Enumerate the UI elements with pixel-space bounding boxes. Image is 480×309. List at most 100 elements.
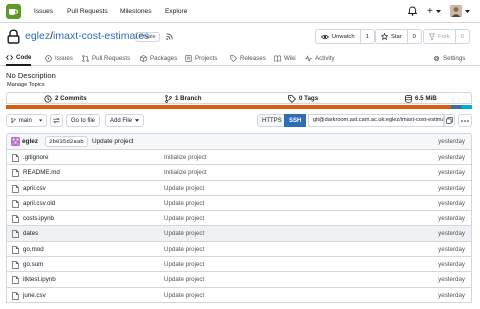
tab-code[interactable]: Code	[6, 51, 32, 66]
file-name[interactable]: april.csv.old	[23, 200, 55, 207]
file-row[interactable]: go.sum Update project yesterday	[6, 257, 472, 273]
file-commit-message[interactable]: Update project	[164, 246, 204, 253]
file-commit-time: yesterday	[438, 291, 465, 299]
file-name[interactable]: go.sum	[23, 261, 43, 268]
file-list: .gitignore Initialize project yesterday REA…	[6, 150, 472, 303]
file-row[interactable]: june.csv Update project yesterday	[6, 287, 472, 303]
commit-author-avatar[interactable]	[11, 137, 20, 146]
fork-icon	[429, 33, 435, 40]
file-name[interactable]: april.csv	[23, 185, 46, 192]
file-name[interactable]: itktest.ipynb	[23, 276, 56, 283]
bell-icon[interactable]	[408, 6, 417, 16]
forks-count[interactable]: 0	[454, 30, 469, 43]
file-row[interactable]: april.csv.old Update project yesterday	[6, 195, 472, 212]
file-commit-time: yesterday	[438, 261, 465, 269]
unwatch-button-group: Unwatch 1	[315, 29, 375, 44]
file-commit-message[interactable]: Update project	[164, 261, 204, 268]
commit-author[interactable]: eglez	[22, 138, 38, 145]
commits-stat[interactable]: 2 Commits	[44, 93, 87, 104]
file-commit-message[interactable]: Initialize project	[164, 169, 207, 176]
clone-url-input[interactable]: git@darkroom.ast.cam.ac.uk:eglez/imaxt-c…	[308, 114, 444, 127]
file-icon	[12, 200, 19, 208]
file-name[interactable]: go.mod	[23, 246, 44, 253]
avatar-chevron-down-icon	[465, 10, 470, 13]
file-row[interactable]: go.mod Update project yesterday	[6, 241, 472, 258]
gitea-logo-icon[interactable]	[6, 4, 21, 19]
watchers-count[interactable]: 1	[359, 30, 374, 43]
ssh-clone-button[interactable]: SSH	[284, 114, 307, 127]
eye-icon	[321, 34, 329, 39]
nav-issues[interactable]: Issues	[34, 0, 53, 23]
tab-projects[interactable]: Projects	[185, 51, 217, 66]
star-button[interactable]: Star	[376, 30, 407, 43]
repo-stats-bar: 2 Commits 1 Branch 0 Tags 6.5 MiB	[6, 92, 472, 104]
tab-pull-requests[interactable]: Pull Requests	[82, 51, 130, 66]
issue-icon	[45, 55, 52, 62]
file-commit-message[interactable]: Update project	[164, 185, 204, 192]
file-row[interactable]: april.csv Update project yesterday	[6, 180, 472, 196]
nav-explore[interactable]: Explore	[165, 0, 187, 23]
file-name[interactable]: README.md	[23, 169, 60, 176]
commit-sha-label[interactable]: 2b035d2aab	[45, 136, 88, 147]
language-bar-segment[interactable]	[6, 105, 452, 109]
file-name[interactable]: dates	[23, 230, 38, 237]
file-row[interactable]: itktest.ipynb Update project yesterday	[6, 272, 472, 288]
nav-milestones[interactable]: Milestones	[120, 0, 152, 23]
file-commit-time: yesterday	[438, 154, 465, 161]
project-icon	[185, 55, 192, 62]
tab-releases[interactable]: Releases	[230, 51, 266, 66]
tab-activity[interactable]: Activity	[305, 51, 335, 66]
branch-selector[interactable]: main	[6, 114, 47, 127]
tab-wiki[interactable]: Wiki	[274, 51, 296, 66]
nav-pull-requests[interactable]: Pull Requests	[67, 0, 108, 23]
rss-icon[interactable]	[166, 33, 173, 40]
commit-message[interactable]: Update project	[92, 138, 134, 145]
compare-button[interactable]	[50, 114, 63, 127]
file-name[interactable]: costs.ipynb	[23, 215, 54, 222]
file-commit-time: yesterday	[438, 184, 465, 192]
fork-button-group: Fork 0	[423, 29, 470, 44]
user-avatar[interactable]	[450, 5, 462, 17]
manage-topics-link[interactable]: Manage Topics	[7, 82, 45, 88]
stars-count[interactable]: 0	[406, 30, 421, 43]
package-icon	[140, 55, 147, 62]
repo-header: eglez/imaxt-cost-estimates Private Unwat…	[0, 26, 480, 48]
tab-issues[interactable]: Issues	[45, 51, 73, 66]
file-commit-message[interactable]: Update project	[164, 200, 204, 207]
repo-tabs: Code Issues Pull Requests Packages Proje…	[0, 51, 480, 66]
code-icon	[6, 55, 13, 60]
language-stats-bar[interactable]	[6, 105, 472, 109]
file-row[interactable]: .gitignore Initialize project yesterday	[6, 150, 472, 166]
tags-stat[interactable]: 0 Tags	[288, 93, 318, 104]
unwatch-button[interactable]: Unwatch	[316, 30, 360, 43]
fork-label: Fork	[438, 33, 450, 40]
file-commit-message[interactable]: Initialize project	[164, 154, 207, 161]
repo-size: 6.5 MiB	[415, 95, 437, 102]
more-options-button[interactable]	[458, 114, 472, 127]
file-name[interactable]: june.csv	[23, 292, 46, 299]
file-row[interactable]: README.md Initialize project yesterday	[6, 165, 472, 181]
language-bar-segment[interactable]	[451, 105, 462, 109]
top-navbar: Issues Pull Requests Milestones Explore …	[0, 0, 480, 23]
file-commit-time: yesterday	[438, 276, 465, 284]
repo-owner-link[interactable]: eglez	[25, 30, 50, 42]
file-commit-message[interactable]: Update project	[164, 215, 204, 222]
file-row[interactable]: dates Update project yesterday	[6, 226, 472, 242]
tab-packages[interactable]: Packages	[140, 51, 177, 66]
https-clone-button[interactable]: HTTPS	[257, 114, 287, 127]
file-commit-message[interactable]: Update project	[164, 276, 204, 283]
go-to-file-button[interactable]: Go to file	[66, 114, 101, 127]
file-commit-message[interactable]: Update project	[164, 230, 204, 237]
create-new-button[interactable]: +	[427, 0, 433, 23]
fork-button[interactable]: Fork	[424, 30, 455, 43]
file-commit-message[interactable]: Update project	[164, 292, 204, 299]
add-file-button[interactable]: Add File	[105, 114, 145, 127]
copy-url-button[interactable]	[444, 114, 455, 127]
star-label: Star	[391, 33, 402, 40]
language-bar-segment[interactable]	[461, 105, 472, 109]
chevron-down-icon	[135, 119, 140, 122]
tab-settings[interactable]: Settings	[433, 51, 465, 66]
file-name[interactable]: .gitignore	[23, 154, 48, 161]
file-row[interactable]: costs.ipynb Update project yesterday	[6, 211, 472, 227]
branches-stat[interactable]: 1 Branch	[165, 93, 201, 104]
